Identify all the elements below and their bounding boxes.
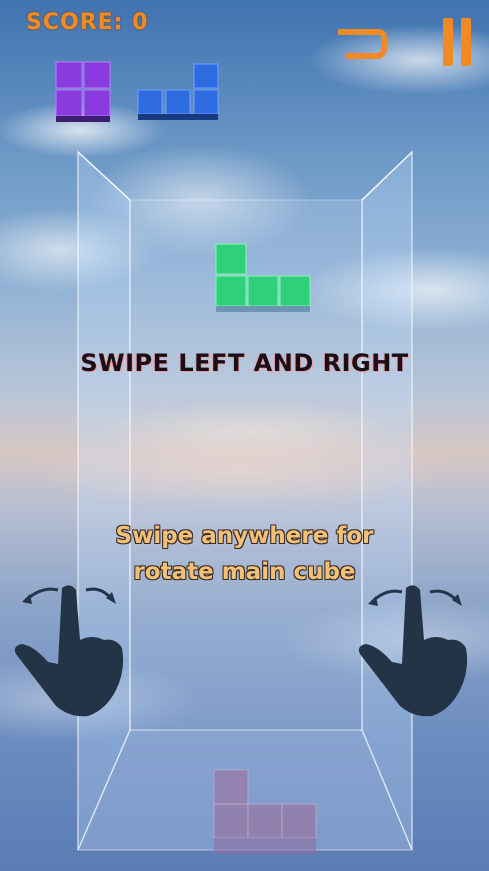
score-label: SCORE: 0 (26, 10, 149, 35)
pause-button[interactable] (443, 18, 473, 66)
undo-arrow-icon (337, 29, 387, 59)
next-piece-purple (55, 61, 111, 122)
falling-piece-green (215, 243, 311, 312)
swipe-hand-left-icon (14, 585, 124, 717)
landed-piece-ghost (213, 769, 317, 854)
glass-well (77, 150, 413, 851)
instruction-subtitle-line1: Swipe anywhere for (115, 523, 374, 549)
pause-icon-bar (461, 18, 471, 66)
undo-button[interactable] (337, 26, 390, 62)
next-piece-blue (137, 63, 219, 120)
instruction-title: SWIPE LEFT AND RIGHT (80, 349, 409, 377)
swipe-hand-right-icon (358, 585, 468, 717)
pause-icon (443, 18, 453, 66)
